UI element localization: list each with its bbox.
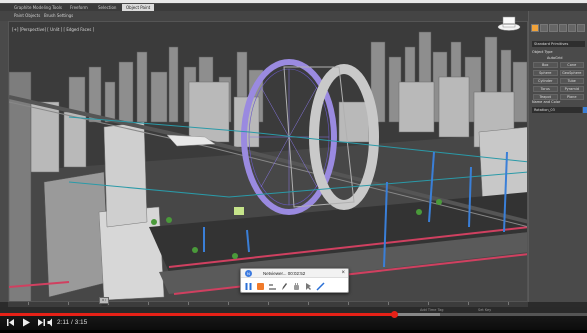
plane-button[interactable]: Plane <box>559 94 584 100</box>
primitive-type-dropdown[interactable]: Standard Primitives <box>532 41 585 47</box>
geosphere-button[interactable]: GeoSphere <box>559 70 584 76</box>
display-tab-icon[interactable] <box>567 24 576 32</box>
motion-tab-icon[interactable] <box>558 24 567 32</box>
video-played-bar <box>0 313 395 316</box>
netviewer-logo-icon: N <box>245 270 252 277</box>
pen-tool-icon[interactable] <box>280 282 289 291</box>
box-button[interactable]: Box <box>533 62 558 68</box>
volume-icon[interactable] <box>47 316 55 333</box>
tube-button[interactable]: Tube <box>559 78 584 84</box>
hand-tool-icon[interactable] <box>292 282 301 291</box>
left-toolbar <box>0 21 8 302</box>
modify-tab-icon[interactable] <box>540 24 549 32</box>
recorder-title: Netviewer... 00:02:52 <box>263 271 306 276</box>
name-color-header[interactable]: Name and Color <box>532 100 560 104</box>
create-tab-icon[interactable] <box>531 24 540 32</box>
line-tool-icon[interactable] <box>268 282 277 291</box>
draw-tool-icon[interactable] <box>316 281 325 291</box>
max-application: Graphite Modeling Tools Freeform Selecti… <box>0 0 587 330</box>
cylinder-button[interactable]: Cylinder <box>533 78 558 84</box>
cursor-tool-icon[interactable] <box>304 282 313 291</box>
object-name-field[interactable]: Rotation_03 <box>532 107 582 113</box>
hierarchy-tab-icon[interactable] <box>549 24 558 32</box>
paint-objects-panel[interactable]: Paint Objects <box>14 11 40 21</box>
command-panel: Standard Primitives Object Type AutoGrid… <box>528 11 587 302</box>
next-icon[interactable] <box>37 316 46 333</box>
viewport-label[interactable]: [+] [Perspective] [ Unlit ] [ Edged Face… <box>12 27 94 32</box>
cone-button[interactable]: Cone <box>559 62 584 68</box>
ribbon-panel-bar: Paint Objects Brush Settings <box>0 11 528 21</box>
object-color-swatch[interactable] <box>583 107 587 113</box>
object-type-header[interactable]: Object Type <box>532 50 553 54</box>
pause-icon[interactable] <box>244 282 253 291</box>
torus-button[interactable]: Torus <box>533 86 558 92</box>
brush-settings-panel[interactable]: Brush Settings <box>44 11 73 21</box>
command-panel-tabs <box>531 24 586 32</box>
video-time: 2:11 / 3:15 <box>57 319 88 326</box>
ribbon-tabs: Graphite Modeling Tools Freeform Selecti… <box>0 3 587 12</box>
recorder-header: N Netviewer... 00:02:52 × <box>241 269 348 278</box>
object-type-grid: Box Cone Sphere GeoSphere Cylinder Tube … <box>533 62 584 100</box>
recorder-toolbar <box>244 280 325 292</box>
autogrid-checkbox[interactable]: AutoGrid <box>547 56 562 60</box>
city-scene <box>9 22 527 301</box>
recorder-close-icon[interactable]: × <box>341 269 345 277</box>
top-hat-logo <box>497 16 521 31</box>
play-icon[interactable] <box>21 316 31 333</box>
perspective-viewport[interactable] <box>8 21 528 302</box>
video-progress-bar[interactable] <box>0 311 587 318</box>
sphere-button[interactable]: Sphere <box>533 70 558 76</box>
utilities-tab-icon[interactable] <box>576 24 586 32</box>
recorder-widget: N Netviewer... 00:02:52 × <box>240 268 349 293</box>
stop-icon[interactable] <box>256 282 265 291</box>
time-slider[interactable]: 0 / 100 <box>99 297 109 307</box>
prev-icon[interactable] <box>6 316 15 333</box>
pyramid-button[interactable]: Pyramid <box>559 86 584 92</box>
